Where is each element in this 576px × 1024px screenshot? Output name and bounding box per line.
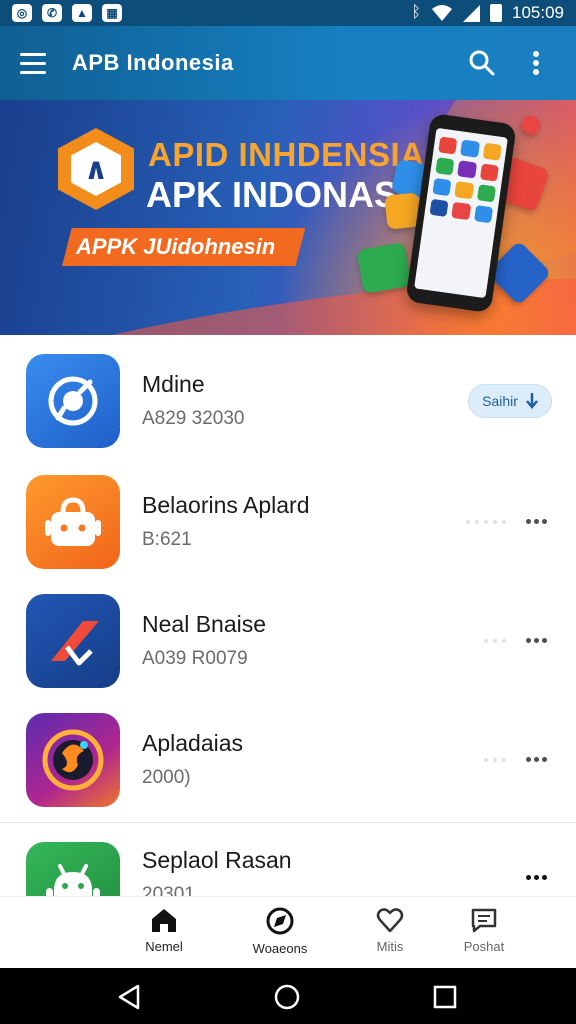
arrow-logo-glyph xyxy=(51,620,99,665)
screen: ◎ ✆ ▲ ▦ ᛒ 105:09 APB Indonesia ∧ APID IN… xyxy=(0,0,576,1024)
app-text: Neal Bnaise A039 R0079 xyxy=(142,611,266,670)
app-subtitle: B:621 xyxy=(142,529,192,550)
message-icon xyxy=(471,908,497,933)
install-button[interactable]: Saihir xyxy=(468,383,552,418)
camera-icon: ◎ xyxy=(12,4,32,22)
app-text: Apladaias 2000) xyxy=(142,730,243,789)
banner-headline: APID INHDENSIA xyxy=(148,136,425,173)
app-name: Neal Bnaise xyxy=(142,611,267,637)
status-right: ᛒ 105:09 xyxy=(411,3,564,23)
nav-item-home[interactable]: Nemel xyxy=(119,907,209,954)
home-circle-icon xyxy=(274,984,300,1010)
home-icon xyxy=(152,909,176,932)
brand-logo-mark: ∧ xyxy=(71,142,121,196)
image-icon: ▲ xyxy=(72,4,92,22)
nav-item-favorites[interactable]: Mitis xyxy=(345,907,435,954)
compass-chat-icon xyxy=(26,353,120,448)
signal-icon xyxy=(463,4,480,22)
status-time: 105:09 xyxy=(512,3,564,22)
nav-item-explore[interactable]: Woaeons xyxy=(235,907,325,956)
status-bar: ◎ ✆ ▲ ▦ ᛒ 105:09 xyxy=(0,0,576,26)
app-name: Belaorins Aplard xyxy=(142,492,310,518)
nav-label: Poshat xyxy=(463,939,505,954)
search-button[interactable] xyxy=(462,43,502,83)
brand-logo-icon: ∧ xyxy=(58,128,134,210)
back-button[interactable] xyxy=(114,982,144,1012)
system-nav-bar xyxy=(0,968,576,1024)
app-tile-icon xyxy=(356,242,412,294)
arrow-logo-icon xyxy=(26,593,120,688)
swirl-logo-icon xyxy=(26,712,120,807)
nav-label: Woaeons xyxy=(252,941,308,956)
menu-icon-line xyxy=(20,61,46,65)
more-options-button[interactable] xyxy=(520,748,552,772)
robot-bag-glyph xyxy=(45,496,101,546)
loading-dots xyxy=(484,638,506,643)
list-item[interactable]: Apladaias 2000) xyxy=(0,700,576,819)
bottom-nav: Nemel Woaeons Mitis Poshat xyxy=(0,896,576,968)
search-icon xyxy=(469,50,495,76)
app-bar: APB Indonesia xyxy=(0,26,576,100)
back-icon xyxy=(118,984,140,1010)
app-list: Mdine A829 32030 Saihir Belaorins Aplard… xyxy=(0,335,576,948)
list-item[interactable]: Mdine A829 32030 Saihir xyxy=(0,341,576,460)
menu-button[interactable] xyxy=(20,46,54,80)
phone-screen xyxy=(414,127,508,299)
app-subtitle: A829 32030 xyxy=(142,408,245,429)
app-subtitle: A039 R0079 xyxy=(142,648,248,669)
more-options-button[interactable] xyxy=(520,510,552,534)
compass-chat-glyph xyxy=(48,376,98,425)
app-text: Mdine A829 32030 xyxy=(142,371,245,430)
robot-bag-icon xyxy=(26,474,120,569)
install-label: Saihir xyxy=(482,392,518,409)
list-divider xyxy=(0,822,576,823)
nav-label: Mitis xyxy=(376,939,404,954)
battery-icon xyxy=(490,4,502,22)
bluetooth-icon: ᛒ xyxy=(411,4,421,21)
promo-banner[interactable]: ∧ APID INHDENSIA APK INDONASIA APPK JUid… xyxy=(0,100,576,335)
more-options-button[interactable] xyxy=(520,865,552,889)
more-vert-icon xyxy=(533,51,539,75)
menu-icon-line xyxy=(20,70,46,74)
loading-dots xyxy=(484,757,506,762)
nav-item-messages[interactable]: Poshat xyxy=(439,907,529,954)
recents-button[interactable] xyxy=(430,982,460,1012)
more-options-button[interactable] xyxy=(520,629,552,653)
loading-dots xyxy=(466,519,506,524)
list-item[interactable]: Belaorins Aplard B:621 xyxy=(0,462,576,581)
app-name: Mdine xyxy=(142,371,205,397)
system-home-button[interactable] xyxy=(272,982,302,1012)
calendar-icon: ▦ xyxy=(102,4,122,22)
heart-icon xyxy=(376,908,404,933)
overflow-menu-button[interactable] xyxy=(516,43,556,83)
download-icon xyxy=(525,392,538,409)
status-left: ◎ ✆ ▲ ▦ xyxy=(12,4,122,22)
wifi-icon xyxy=(432,5,452,21)
nav-label: Nemel xyxy=(145,939,183,954)
recents-icon xyxy=(433,985,457,1009)
app-subtitle: 2000) xyxy=(142,767,191,788)
app-title: APB Indonesia xyxy=(72,50,234,75)
app-text: Belaorins Aplard B:621 xyxy=(142,492,310,551)
app-name: Seplaol Rasan xyxy=(142,847,292,873)
banner-ribbon: APPK JUidohnesin xyxy=(62,228,306,266)
menu-icon-line xyxy=(20,52,46,56)
whatsapp-icon: ✆ xyxy=(42,4,62,22)
compass-icon xyxy=(266,907,294,935)
swirl-logo-glyph xyxy=(42,729,104,790)
list-item[interactable]: Neal Bnaise A039 R0079 xyxy=(0,581,576,700)
app-name: Apladaias xyxy=(142,730,244,756)
